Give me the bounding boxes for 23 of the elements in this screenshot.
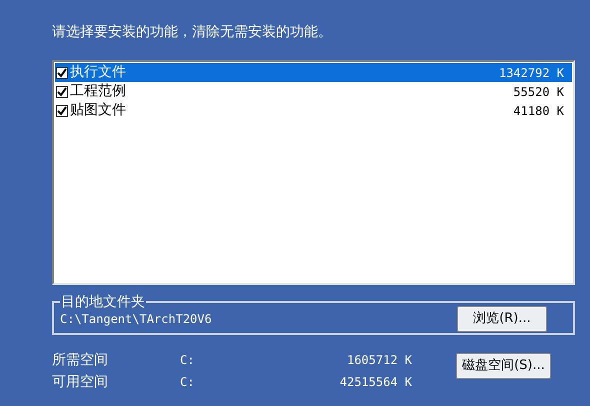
space-label: 可用空间 bbox=[52, 372, 109, 392]
checkbox[interactable] bbox=[56, 66, 68, 78]
instruction-text: 请选择要安装的功能，清除无需安装的功能。 bbox=[52, 23, 333, 42]
feature-name: 工程范例 bbox=[70, 82, 126, 101]
group-legend: 目的地文件夹 bbox=[60, 295, 146, 309]
feature-row[interactable]: 贴图文件 41180 K bbox=[55, 101, 572, 120]
feature-row[interactable]: 执行文件 1342792 K bbox=[55, 63, 572, 82]
space-amount: 42515564 K bbox=[340, 374, 412, 391]
checkbox[interactable] bbox=[56, 104, 68, 116]
drive-label: C: bbox=[180, 352, 196, 369]
space-amount: 1605712 K bbox=[346, 352, 412, 369]
feature-size: 55520 K bbox=[513, 84, 564, 100]
folder-path: C:\Tangent\TArchT20V6 bbox=[60, 311, 212, 328]
space-label: 所需空间 bbox=[52, 350, 109, 370]
feature-size: 1342792 K bbox=[498, 64, 564, 82]
browse-button[interactable]: 浏览(R)... bbox=[457, 306, 547, 332]
feature-name: 执行文件 bbox=[70, 63, 126, 82]
feature-size: 41180 K bbox=[513, 102, 564, 120]
drive-label: C: bbox=[180, 374, 196, 391]
checkbox[interactable] bbox=[56, 86, 68, 98]
disk-space-button[interactable]: 磁盘空间(S)... bbox=[456, 353, 551, 379]
feature-name: 贴图文件 bbox=[70, 101, 126, 120]
feature-row[interactable]: 工程范例 55520 K bbox=[55, 82, 572, 101]
